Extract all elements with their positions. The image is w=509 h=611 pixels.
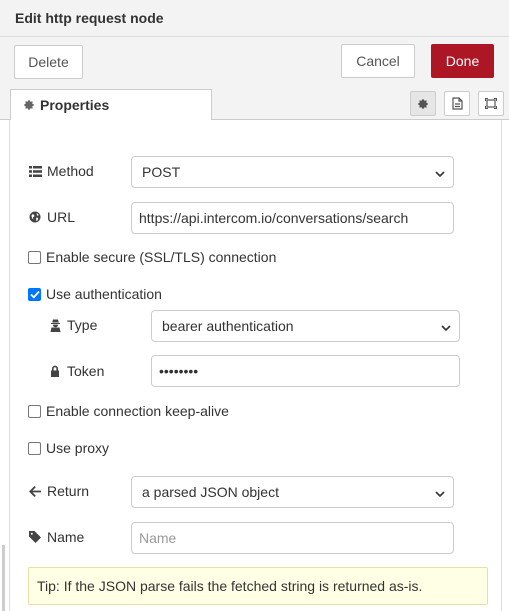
auth-type-select[interactable]: bearer authentication: [151, 310, 460, 342]
name-label: Name: [28, 529, 84, 545]
arrow-left-icon: [28, 485, 42, 497]
chevron-down-icon: [441, 320, 451, 336]
method-label: Method: [28, 163, 94, 179]
dialog-title: Edit http request node: [15, 10, 164, 26]
delete-button[interactable]: Delete: [14, 45, 83, 79]
return-select[interactable]: a parsed JSON object: [131, 476, 454, 508]
auth-checkbox[interactable]: [28, 287, 41, 301]
proxy-checkbox[interactable]: [28, 441, 41, 455]
lock-icon: [48, 365, 62, 377]
url-input[interactable]: https://api.intercom.io/conversations/se…: [131, 202, 454, 234]
tab-properties-label: Properties: [40, 97, 110, 113]
description-tab-button[interactable]: [444, 91, 470, 116]
auth-type-label: Type: [48, 317, 97, 333]
token-label: Token: [48, 363, 104, 379]
url-label: URL: [28, 209, 75, 225]
keepalive-checkbox-row[interactable]: Enable connection keep-alive: [28, 403, 229, 419]
tag-icon: [28, 531, 42, 543]
scrollbar-handle[interactable]: [2, 545, 5, 611]
globe-icon: [28, 211, 42, 223]
frame-icon: [484, 97, 498, 110]
dialog-titlebar: Edit http request node: [0, 0, 509, 37]
chevron-down-icon: [435, 166, 445, 182]
cancel-button[interactable]: Cancel: [341, 44, 415, 78]
file-icon: [451, 97, 463, 110]
node-settings-tab-button[interactable]: [410, 91, 436, 116]
chevron-down-icon: [435, 486, 445, 502]
gear-icon: [23, 99, 35, 111]
auth-checkbox-row[interactable]: Use authentication: [28, 286, 162, 302]
ssl-checkbox-row[interactable]: Enable secure (SSL/TLS) connection: [28, 249, 276, 265]
checkmark-icon: [29, 290, 40, 299]
done-button[interactable]: Done: [431, 44, 494, 78]
name-input[interactable]: Name: [131, 522, 454, 554]
method-select[interactable]: POST: [131, 156, 454, 188]
tab-properties[interactable]: Properties: [10, 89, 212, 121]
return-label: Return: [28, 483, 89, 499]
proxy-checkbox-row[interactable]: Use proxy: [28, 440, 109, 456]
user-secret-icon: [48, 319, 62, 332]
appearance-tab-button[interactable]: [478, 91, 504, 116]
list-icon: [28, 165, 42, 177]
ssl-checkbox[interactable]: [28, 250, 41, 264]
gear-icon: [417, 98, 429, 110]
tip-box: Tip: If the JSON parse fails the fetched…: [28, 567, 488, 605]
token-input[interactable]: ••••••••: [151, 355, 460, 387]
keepalive-checkbox[interactable]: [28, 404, 41, 418]
